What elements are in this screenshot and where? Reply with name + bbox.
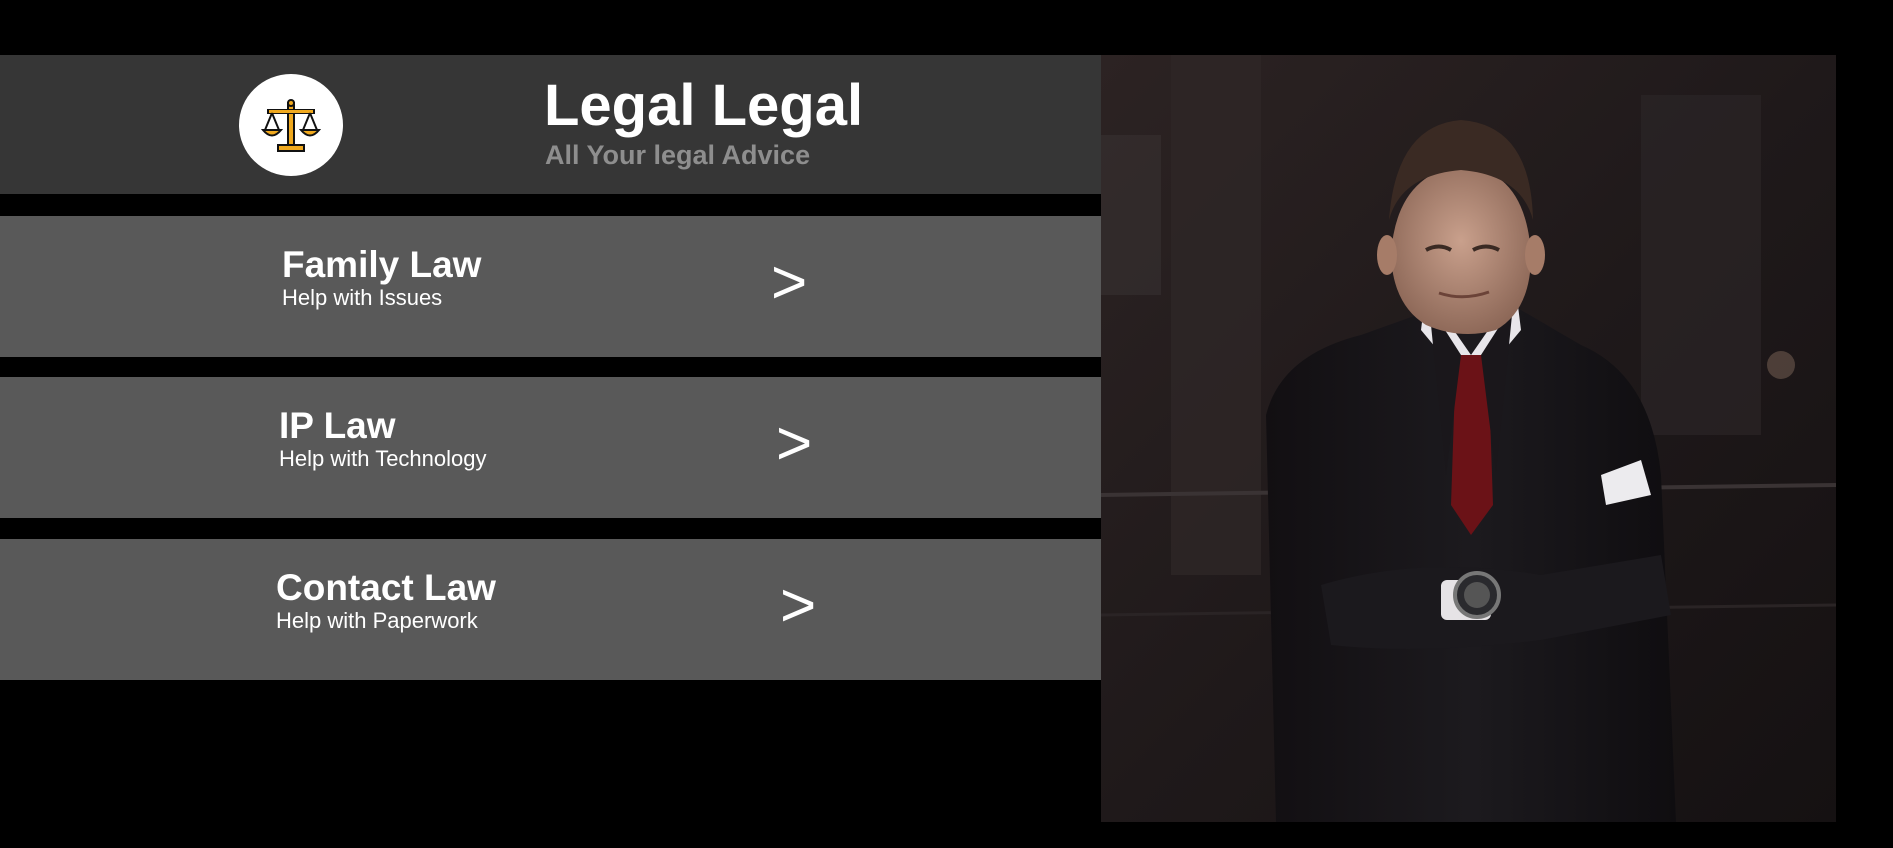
- logo[interactable]: [239, 74, 343, 176]
- service-title: IP Law: [279, 405, 396, 446]
- scales-of-justice-icon: [261, 99, 321, 152]
- chevron-right-icon[interactable]: >: [780, 575, 816, 637]
- service-subtitle: Help with Technology: [279, 446, 487, 471]
- hero-photo: [1101, 55, 1836, 822]
- service-card-family-law[interactable]: Family Law Help with Issues >: [0, 216, 1101, 357]
- site-tagline: All Your legal Advice: [545, 140, 811, 170]
- service-card-contact-law[interactable]: Contact Law Help with Paperwork >: [0, 539, 1101, 680]
- site-title: Legal Legal: [544, 73, 864, 138]
- header-bar: Legal Legal All Your legal Advice: [0, 55, 1101, 194]
- chevron-right-icon[interactable]: >: [771, 252, 807, 314]
- service-subtitle: Help with Issues: [282, 285, 443, 310]
- page: Legal Legal All Your legal Advice Family…: [0, 0, 1893, 848]
- service-title: Contact Law: [276, 567, 496, 608]
- service-subtitle: Help with Paperwork: [276, 608, 478, 633]
- man-in-suit-photo: [1101, 55, 1836, 822]
- service-card-ip-law[interactable]: IP Law Help with Technology >: [0, 377, 1101, 518]
- chevron-right-icon[interactable]: >: [776, 413, 812, 475]
- service-title: Family Law: [282, 244, 482, 285]
